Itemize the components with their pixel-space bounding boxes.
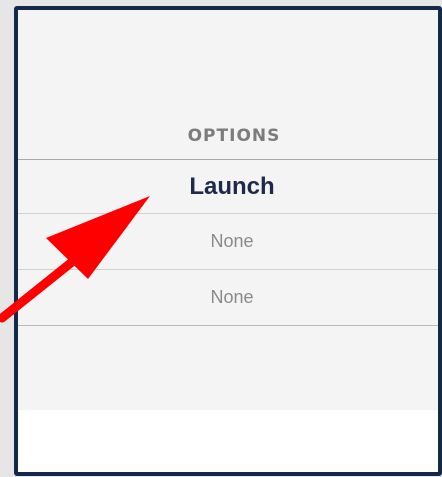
table-row-launch[interactable]: Launch bbox=[18, 160, 438, 214]
column-header-label: OPTIONS bbox=[187, 126, 281, 146]
column-header: OPTIONS bbox=[18, 113, 438, 160]
table-row[interactable]: None bbox=[18, 270, 438, 326]
row-option-label: None bbox=[210, 231, 254, 251]
options-panel: OPTIONS Launch None None bbox=[14, 6, 442, 476]
panel-footer bbox=[18, 410, 438, 472]
table-row[interactable]: None bbox=[18, 214, 438, 270]
screenshot-page: OPTIONS Launch None None bbox=[0, 0, 442, 477]
row-option-label: None bbox=[210, 287, 254, 307]
row-option-label: Launch bbox=[189, 172, 275, 200]
